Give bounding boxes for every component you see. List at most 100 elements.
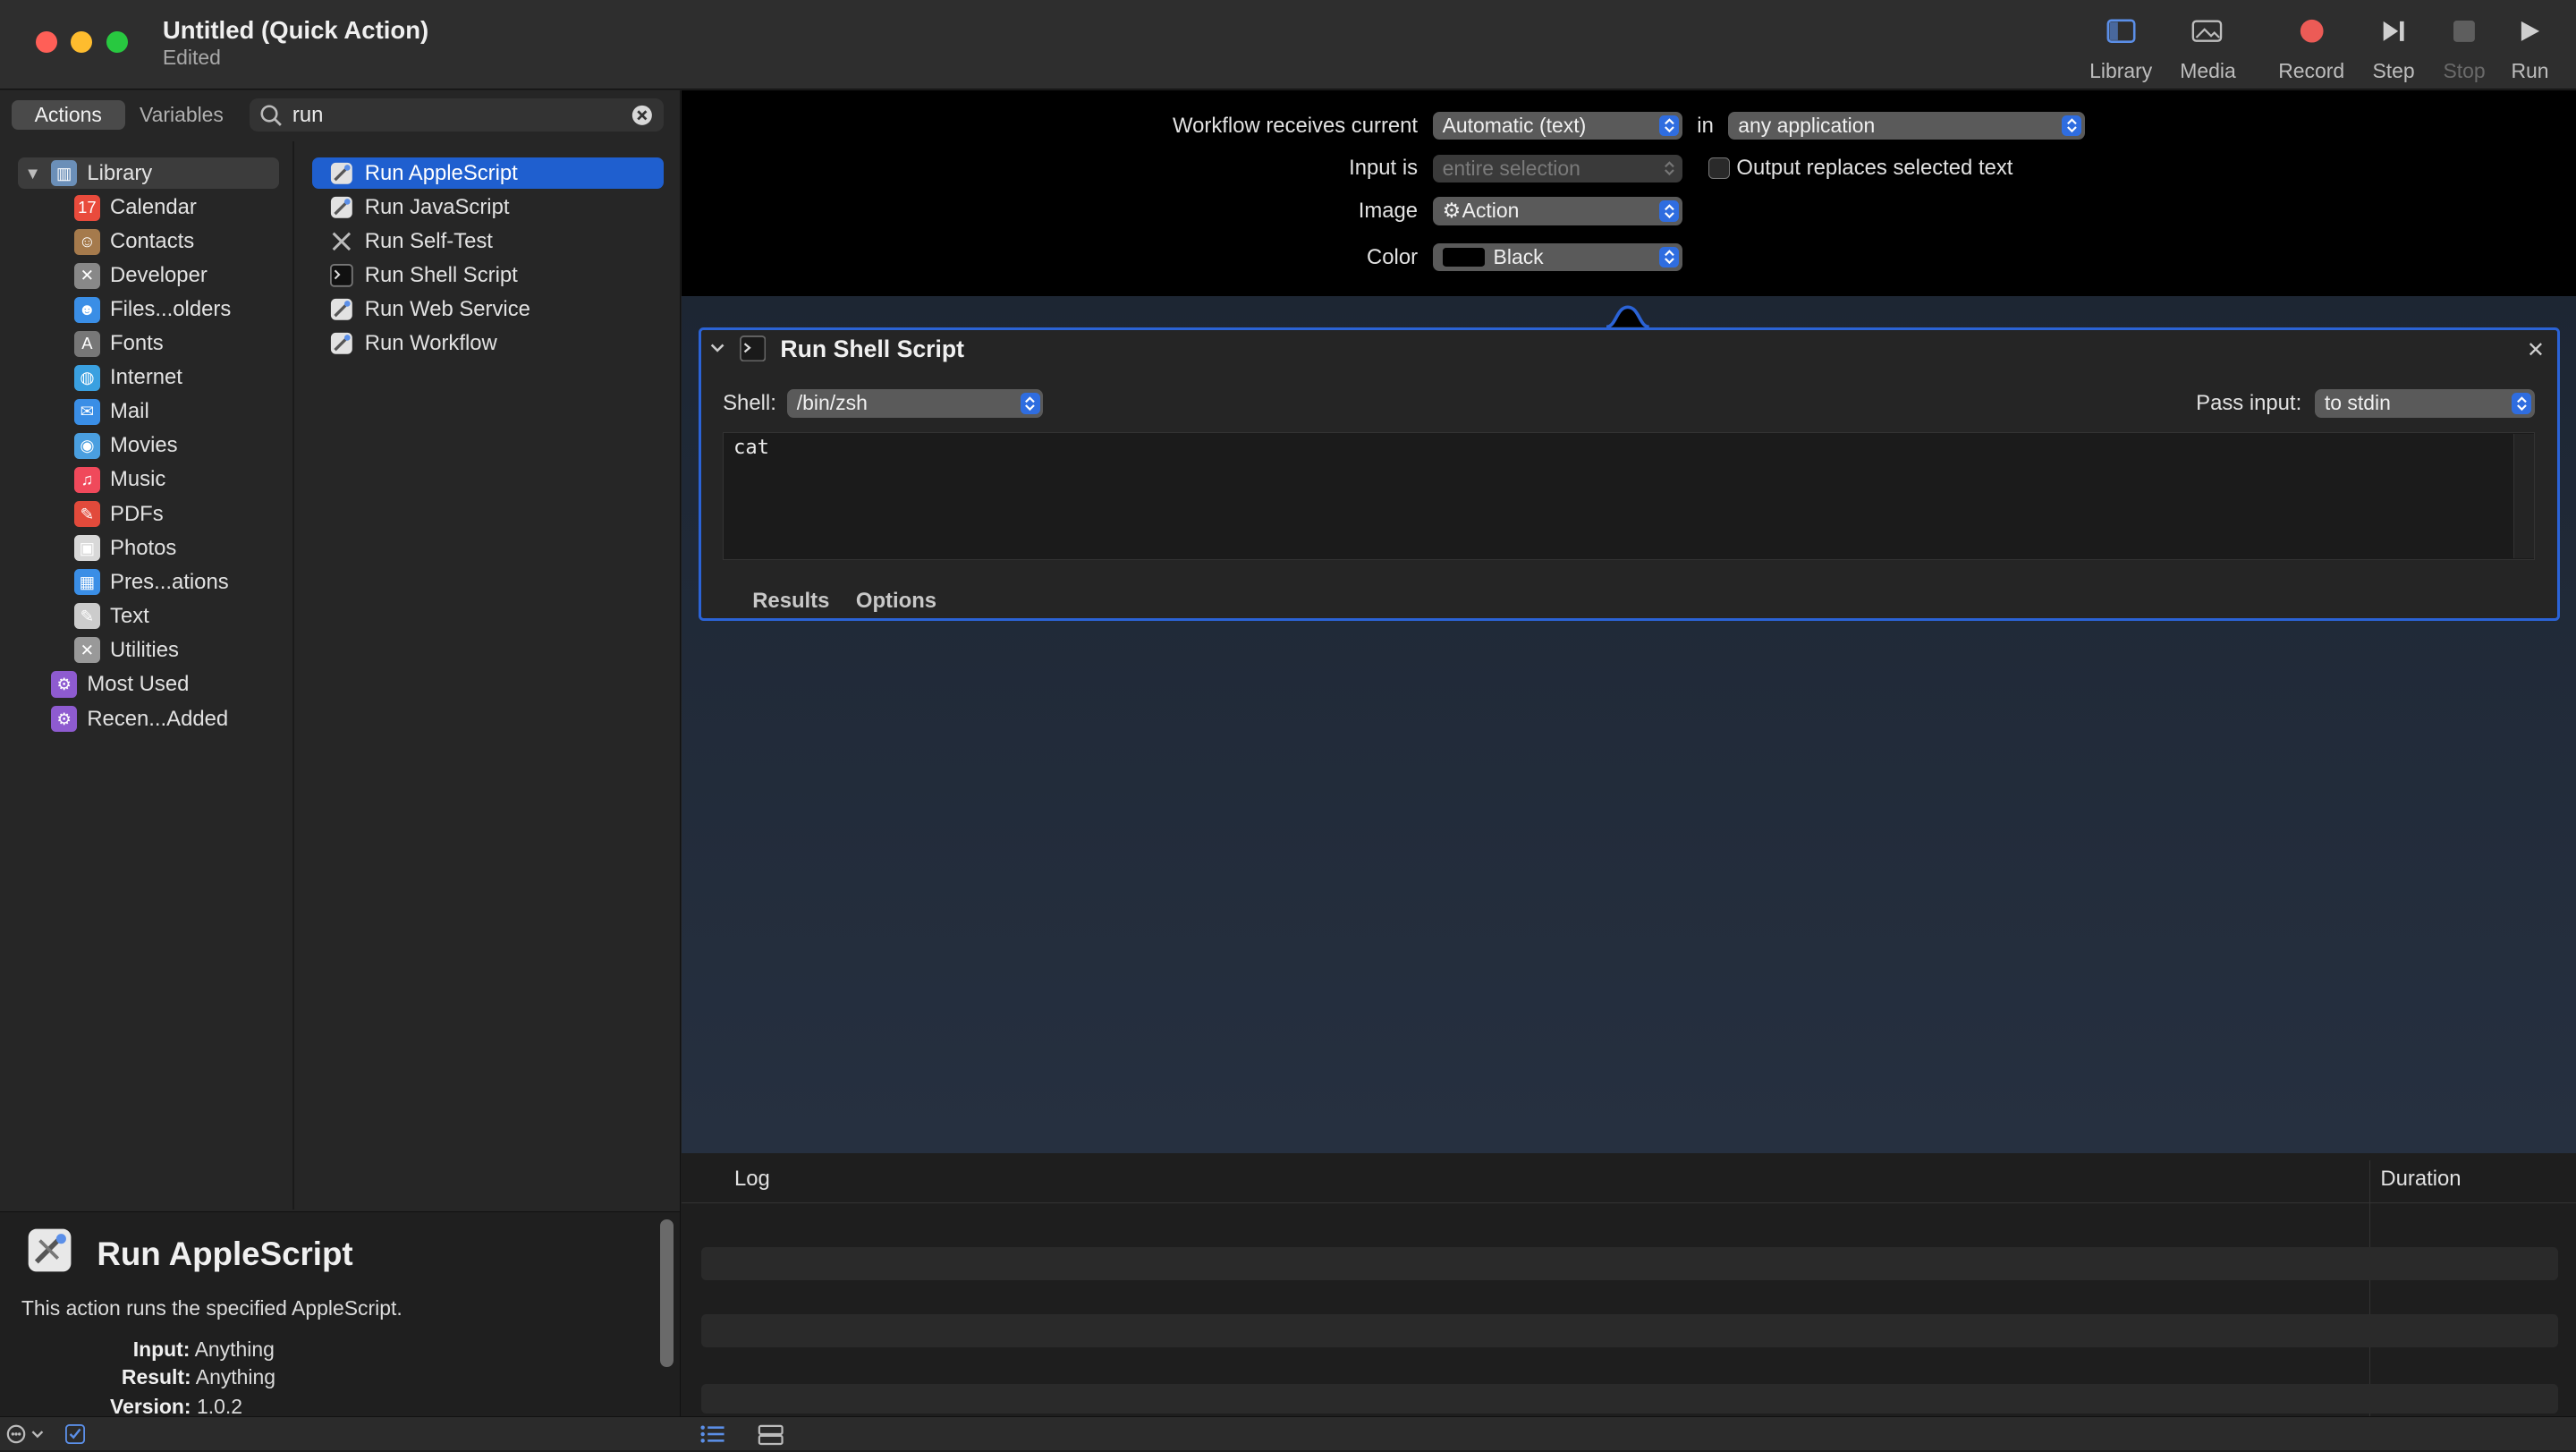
applescript-large-icon [25,1226,74,1275]
utilities-icon: ✕ [73,636,101,664]
action-item-label: Run Self-Test [364,228,493,253]
sidebar-item-internet[interactable]: ◍ Internet [73,362,182,394]
receives-type-popup[interactable]: Automatic (text) [1432,111,1682,140]
input-label: Input: [132,1337,191,1362]
log-column-header[interactable]: Log [734,1167,770,1192]
sidebar-item-label: Internet [110,365,182,390]
sidebar-item-label: Fonts [110,331,164,356]
shell-value: /bin/zsh [796,391,868,415]
sidebar-item-pres-ations[interactable]: ▦ Pres...ations [73,566,229,598]
shell-popup[interactable]: /bin/zsh [786,389,1044,418]
tab-variables[interactable]: Variables [125,100,239,130]
developer-icon: ✕ [73,262,101,290]
duration-column-header[interactable]: Duration [2380,1167,2461,1192]
sidebar-item-label: Recen...Added [87,706,229,731]
library-toolbar-button[interactable]: Library [2072,13,2170,83]
action-item-run-self-test[interactable]: Run Self-Test [312,225,664,257]
action-item-run-javascript[interactable]: Run JavaScript [312,191,664,223]
pass-input-popup[interactable]: to stdin [2314,389,2536,418]
search-field[interactable] [250,98,665,133]
calendar-icon: 17 [73,194,101,222]
sidebar-item-calendar[interactable]: 17 Calendar [73,192,197,224]
image-popup[interactable]: ⚙ Action [1432,197,1682,225]
smart-folder-icon: ⚙ [50,705,78,733]
result-label: Result: [121,1365,191,1389]
sidebar-item-photos[interactable]: ▣ Photos [73,532,176,564]
script-scrollbar[interactable] [2513,433,2535,559]
sidebar-item-text[interactable]: ✎ Text [73,600,149,632]
description-scrollbar[interactable] [660,1218,674,1368]
pane-divider[interactable] [292,140,294,1210]
window-subtitle: Edited [162,46,221,70]
sidebar-item-fonts[interactable]: A Fonts [73,328,164,360]
pass-input-label: Pass input: [2196,391,2302,416]
color-popup[interactable]: Black [1432,242,1682,272]
contacts-icon: ☺ [73,228,101,256]
sidebar-item-label: Contacts [110,229,195,254]
library-books-icon: ▥ [50,160,78,187]
search-input[interactable] [292,100,622,131]
sidebar-item-music[interactable]: ♫ Music [73,464,165,496]
description-title: Run AppleScript [97,1235,353,1273]
log-row [701,1314,2558,1348]
popup-arrows-icon [2062,115,2082,137]
media-icon [2158,13,2257,49]
clear-search-icon[interactable] [631,104,654,133]
media-toolbar-button[interactable]: Media [2158,13,2257,83]
sidebar-item-library[interactable]: ▼ ▥ Library [18,157,280,190]
disclosure-triangle-icon[interactable]: ▼ [25,164,41,183]
image-value: Action [1462,199,1520,223]
action-item-run-workflow[interactable]: Run Workflow [312,327,664,359]
collapse-chevron-icon[interactable] [708,338,726,363]
checkbox-toggle-icon[interactable] [65,1424,86,1450]
presentations-icon: ▦ [73,568,101,596]
window-title: Untitled (Quick Action) [162,16,429,45]
script-editor[interactable]: cat [723,432,2536,561]
output-replaces-checkbox[interactable] [1708,157,1731,180]
action-item-run-applescript[interactable]: Run AppleScript [311,157,665,190]
remove-action-icon[interactable]: ✕ [2527,337,2545,363]
receives-label: Workflow receives current [1173,113,1419,138]
list-view-icon[interactable] [699,1424,725,1450]
popup-arrows-icon [1659,157,1679,179]
close-window-button[interactable] [36,30,58,53]
sidebar-item-contacts[interactable]: ☺ Contacts [73,226,195,258]
tab-actions[interactable]: Actions [11,100,125,131]
tab-options[interactable]: Options [856,589,936,614]
web-service-icon [328,296,354,322]
sidebar-item-label: Library [87,160,153,185]
version-label: Version: [110,1395,191,1419]
sidebar-item-files-olders[interactable]: ☻ Files...olders [73,294,231,326]
action-item-label: Run JavaScript [364,194,510,219]
action-item-run-web-service[interactable]: Run Web Service [312,293,664,325]
sidebar-item-mail[interactable]: ✉ Mail [73,396,149,428]
sidebar-item-pdfs[interactable]: ✎ PDFs [73,498,164,530]
input-is-popup[interactable]: entire selection [1432,154,1682,183]
sidebar-item-recen-added[interactable]: ⚙ Recen...Added [50,703,229,734]
input-is-label: Input is [1349,156,1419,181]
sidebar-item-movies[interactable]: ◉ Movies [73,430,178,462]
action-item-label: Run Web Service [364,296,530,321]
minimize-window-button[interactable] [70,30,92,53]
run-toolbar-button[interactable]: Run [2480,13,2576,83]
tab-results[interactable]: Results [752,589,829,614]
sidebar-item-utilities[interactable]: ✕ Utilities [73,634,179,666]
application-popup[interactable]: any application [1728,111,2085,140]
script-textarea[interactable]: cat [733,436,2508,552]
result-value: Anything [195,1365,276,1389]
in-label: in [1697,113,1714,138]
pdf-icon: ✎ [73,500,101,528]
workflow-icon [328,330,354,356]
sidebar-item-most-used[interactable]: ⚙ Most Used [50,669,189,701]
play-icon [2480,13,2576,49]
action-item-label: Run Shell Script [364,262,518,287]
terminal-icon [739,335,766,368]
action-menu-icon[interactable] [6,1423,49,1451]
bottom-bar [0,1416,2576,1450]
split-view-icon[interactable] [758,1424,784,1452]
action-item-run-shell-script[interactable]: Run Shell Script [312,259,664,291]
zoom-window-button[interactable] [106,30,129,53]
sidebar-item-developer[interactable]: ✕ Developer [73,260,208,292]
popup-arrows-icon [2512,392,2532,414]
gear-icon: ⚙ [1442,199,1462,223]
